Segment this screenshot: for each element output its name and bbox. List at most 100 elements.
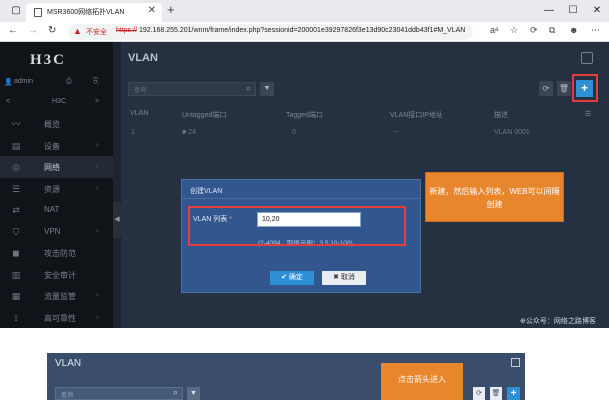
sidebar-menu-label: 高可靠性 (44, 313, 76, 323)
preview-filter-button[interactable]: ▼ (187, 387, 200, 400)
annotation-callout: 新建，然后输入列表，WEB可以间隔创建 (425, 172, 564, 222)
table-cell: ■ 24 (182, 129, 196, 136)
sidebar-menu-item[interactable]: ⇄ NAT (0, 199, 113, 221)
window-icon[interactable] (581, 52, 593, 64)
sync-icon[interactable]: ⟳ (530, 25, 538, 36)
network-icon: ◎ (12, 162, 20, 172)
add-button[interactable]: + (576, 80, 593, 97)
new-tab-button[interactable]: + (167, 2, 175, 17)
sidebar-menu-item[interactable]: ◎ 网络 › (0, 156, 113, 178)
column-header[interactable]: 描述 (494, 110, 508, 120)
column-settings-icon[interactable]: ☰ (585, 110, 591, 118)
column-header[interactable]: VLAN接口IP地址 (390, 110, 443, 120)
more-icon[interactable]: ⋯ (591, 25, 600, 36)
sidebar-menu-item[interactable]: ▥ 安全审计 (0, 264, 113, 286)
refresh-button[interactable]: ⟳ (539, 81, 553, 96)
table-row[interactable]: 1 ■ 24 0 -- VLAN 0001 (121, 128, 609, 142)
cancel-button[interactable]: ✖ 取消 (322, 271, 366, 285)
read-aloud-icon[interactable]: aᵃ (490, 25, 498, 35)
back-icon[interactable]: ← (8, 25, 18, 36)
table-cell: VLAN 0001 (494, 129, 530, 136)
forward-icon[interactable]: → (28, 25, 38, 36)
chevron-right-icon: › (96, 139, 99, 149)
sidebar-menu-item[interactable]: ⛉ VPN › (0, 221, 113, 243)
preview-add-button[interactable]: + (507, 387, 520, 400)
attack-defense-icon: ◼ (12, 248, 20, 258)
filter-button[interactable]: ▼ (260, 82, 274, 96)
sidebar-menu-item[interactable]: 〰 概览 (0, 113, 113, 135)
sidebar-menu-label: VPN (44, 226, 61, 236)
column-header[interactable]: Tagged端口 (286, 110, 323, 120)
watermark: ⊕公众号：网络之路博客 (520, 318, 596, 325)
delete-button[interactable]: 🗑 (557, 81, 571, 96)
page-icon (34, 8, 42, 17)
column-header[interactable]: VLAN (130, 110, 148, 117)
dialog-title: 创建VLAN (190, 188, 223, 195)
search-input[interactable]: 查询 ⌕ (128, 82, 256, 96)
ok-button[interactable]: ✔ 确定 (270, 271, 314, 285)
tab-title: MSR3600网络拓扑VLAN (47, 9, 125, 16)
warning-icon: ▲ (73, 26, 82, 36)
create-vlan-dialog: 创建VLAN VLAN 列表 * 10,20 (2-4094，取值示例：3,5,… (181, 179, 421, 293)
profile-icon[interactable]: ☻ (569, 25, 578, 35)
sidebar-menu-item[interactable]: ⟟ 高可靠性 › (0, 307, 113, 329)
url-text: 192.168.255.201/wnm/frame/index.php?sess… (139, 27, 466, 34)
table-cell: 0 (292, 129, 296, 136)
browser-tab-bar: ▢ MSR3600网络拓扑VLAN ✕ + — ☐ ✕ (0, 0, 609, 22)
search-icon[interactable]: ⌕ (246, 83, 251, 94)
table-cell: -- (394, 129, 399, 136)
sidebar-menu-label: 概览 (44, 120, 60, 129)
preview-search-icon[interactable]: ⌕ (173, 387, 178, 398)
field-highlight (188, 206, 406, 246)
chevron-right-icon: › (96, 225, 99, 235)
url-scheme: https:// (116, 27, 138, 34)
address-bar: ← → ↻ ▲ 不安全 https:// 192.168.255.201/wnm… (0, 22, 609, 42)
minimize-icon[interactable]: — (537, 0, 561, 22)
column-header[interactable]: Untagged端口 (182, 110, 226, 120)
url-input[interactable]: ▲ 不安全 https:// 192.168.255.201/wnm/frame… (68, 24, 473, 40)
security-label[interactable]: 不安全 (86, 27, 107, 37)
device-next-icon[interactable]: > (95, 98, 99, 105)
table-header: VLAN Untagged端口 Tagged端口 VLAN接口IP地址 描述 ☰ (121, 108, 609, 122)
reload-icon[interactable]: ↻ (48, 25, 56, 36)
chevron-right-icon: › (96, 182, 99, 192)
preview-delete-button[interactable]: 🗑 (490, 387, 502, 400)
favorite-icon[interactable]: ☆ (510, 25, 518, 36)
sidebar-menu-label: 攻击防范 (44, 249, 76, 258)
preview-page-title: VLAN (55, 358, 82, 369)
logout-icon[interactable]: ⎘ (93, 78, 99, 86)
sidebar-menu-item[interactable]: ☰ 资源 › (0, 178, 113, 200)
security-audit-icon: ▥ (11, 269, 21, 280)
sidebar-menu-label: 设备 (44, 141, 60, 151)
window-close-icon[interactable]: ✕ (585, 0, 609, 22)
sidebar-menu-item[interactable]: ◼ 攻击防范 (0, 242, 113, 264)
traffic-monitor-icon: ▦ (11, 291, 21, 301)
sidebar-menu-item[interactable]: ▦ 流量监管 › (0, 285, 113, 307)
search-placeholder: 查询 (134, 88, 147, 94)
user-icon: 👤 (4, 79, 13, 86)
preview-search-placeholder: 查询 (61, 393, 74, 399)
browser-tab[interactable]: MSR3600网络拓扑VLAN ✕ (26, 3, 162, 22)
annotation-callout: 点击箭头进入 (381, 363, 463, 400)
preview-search-input[interactable]: 查询 ⌕ (55, 387, 183, 400)
sidebar-menu-label: 网络 (44, 163, 60, 172)
chevron-right-icon: › (96, 161, 99, 170)
device-icon: ▤ (11, 140, 21, 151)
device-prev-icon[interactable]: < (6, 98, 10, 105)
dialog-divider (182, 198, 420, 199)
sidebar-collapse-handle[interactable]: ◀ (113, 202, 121, 238)
maximize-icon[interactable]: ☐ (561, 0, 585, 22)
collections-icon[interactable]: ⧉ (549, 25, 555, 36)
sidebar-menu-item[interactable]: ▤ 设备 › (0, 135, 113, 157)
chevron-right-icon: › (96, 311, 99, 321)
window-menu-icon[interactable]: ▢ (4, 0, 28, 22)
device-row: < H3C > (0, 98, 113, 112)
preview-refresh-button[interactable]: ⟳ (473, 387, 485, 400)
user-name[interactable]: admin (14, 78, 33, 85)
save-config-icon[interactable]: ⎙ (66, 78, 72, 86)
sidebar-menu-label: 流量监管 (44, 292, 76, 301)
preview-window-icon[interactable] (511, 358, 520, 367)
user-row: 👤 admin ⎙ ⎘ (0, 78, 113, 92)
page-title: VLAN (128, 52, 158, 64)
tab-close-icon[interactable]: ✕ (148, 5, 156, 16)
